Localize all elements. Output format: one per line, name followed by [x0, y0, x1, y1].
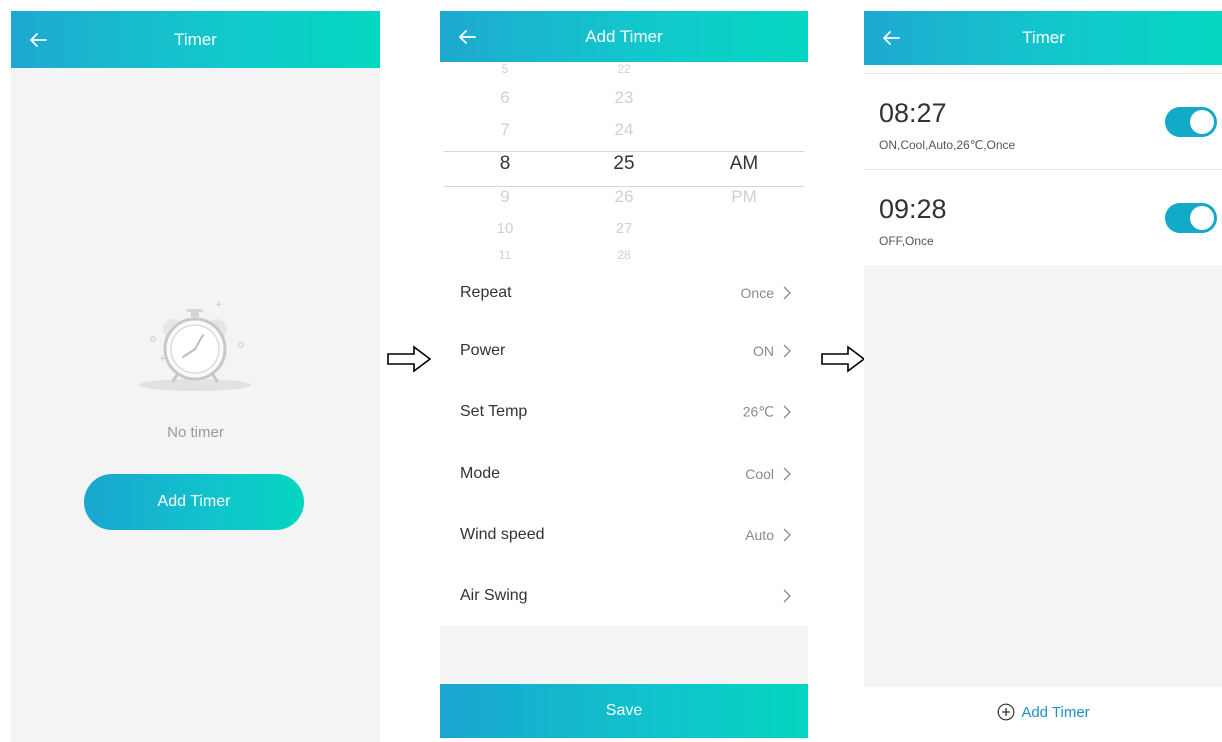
- setting-value: Cool: [745, 466, 774, 482]
- hour-option[interactable]: 9: [475, 187, 535, 207]
- minute-option[interactable]: 22: [594, 62, 654, 76]
- hour-option[interactable]: 6: [475, 88, 535, 108]
- chevron-right-icon: [783, 286, 791, 300]
- timer-description: ON,Cool,Auto,26℃,Once: [879, 138, 1016, 152]
- hour-selected[interactable]: 8: [475, 153, 535, 175]
- setting-label: Mode: [460, 465, 501, 482]
- setting-label: Repeat: [460, 284, 512, 301]
- header: Timer: [11, 11, 380, 68]
- hour-wheel[interactable]: 5 6 7 8 9 10 11: [475, 62, 535, 262]
- header: Add Timer: [440, 11, 808, 62]
- time-picker[interactable]: 5 6 7 8 9 10 11 22 23 24 25 26 27 28 AM …: [440, 62, 808, 262]
- timer-empty-screen: Timer + + No timer Add Timer: [11, 11, 380, 742]
- timer-toggle[interactable]: [1165, 107, 1217, 137]
- setting-row-wind-speed[interactable]: Wind speed Auto: [440, 504, 808, 566]
- minute-option[interactable]: 28: [594, 248, 654, 262]
- timer-description: OFF,Once: [879, 234, 934, 248]
- minute-option[interactable]: 27: [594, 220, 654, 237]
- minute-selected[interactable]: 25: [594, 153, 654, 175]
- setting-label: Air Swing: [460, 587, 528, 604]
- minute-option[interactable]: 26: [594, 187, 654, 207]
- timer-item[interactable]: 09:28 OFF,Once: [864, 170, 1222, 267]
- flow-arrow-icon: [821, 345, 866, 373]
- timer-time: 08:27: [879, 98, 947, 128]
- timer-list-screen: Timer 08:27 ON,Cool,Auto,26℃,Once 09:28 …: [864, 11, 1222, 742]
- empty-state-text: No timer: [167, 424, 224, 441]
- setting-label: Wind speed: [460, 526, 545, 543]
- chevron-right-icon: [783, 467, 791, 481]
- add-timer-button[interactable]: Add Timer: [84, 474, 304, 530]
- setting-value: Auto: [745, 527, 774, 543]
- timer-time: 09:28: [879, 194, 947, 224]
- hour-option[interactable]: 10: [475, 220, 535, 237]
- setting-row-mode[interactable]: Mode Cool: [440, 443, 808, 505]
- setting-value: ON: [753, 343, 774, 359]
- toggle-knob: [1190, 206, 1214, 230]
- picker-divider: [444, 186, 804, 187]
- chevron-right-icon: [783, 589, 791, 603]
- flow-arrow-icon: [387, 345, 432, 373]
- header: Timer: [864, 11, 1222, 65]
- setting-row-repeat[interactable]: Repeat Once: [440, 262, 808, 324]
- hour-option[interactable]: 7: [475, 120, 535, 140]
- chevron-right-icon: [783, 344, 791, 358]
- svg-text:+: +: [159, 354, 167, 364]
- add-timer-screen: Add Timer 5 6 7 8 9 10 11 22 23 24 25 26…: [440, 11, 808, 738]
- ampm-wheel[interactable]: AM PM: [714, 62, 774, 262]
- add-timer-link[interactable]: Add Timer: [864, 703, 1222, 721]
- page-title: Timer: [174, 29, 217, 49]
- plus-circle-icon: [997, 703, 1015, 721]
- minute-option[interactable]: 23: [594, 88, 654, 108]
- empty-area: [864, 268, 1222, 687]
- ampm-selected[interactable]: AM: [714, 153, 774, 175]
- setting-label: Power: [460, 342, 506, 359]
- picker-divider: [444, 151, 804, 152]
- minute-option[interactable]: 24: [594, 120, 654, 140]
- page-title: Add Timer: [585, 26, 663, 46]
- timer-toggle[interactable]: [1165, 203, 1217, 233]
- add-timer-label: Add Timer: [1021, 704, 1090, 721]
- hour-option[interactable]: 11: [475, 248, 535, 262]
- setting-value: 26℃: [742, 403, 774, 420]
- ampm-option[interactable]: PM: [714, 187, 774, 207]
- page-title: Timer: [1022, 28, 1065, 47]
- setting-row-set-temp[interactable]: Set Temp 26℃: [440, 381, 808, 443]
- setting-row-power[interactable]: Power ON: [440, 320, 808, 382]
- chevron-right-icon: [783, 528, 791, 542]
- hour-option[interactable]: 5: [475, 62, 535, 76]
- setting-label: Set Temp: [460, 403, 528, 420]
- alarm-clock-icon: + +: [139, 300, 251, 391]
- svg-text:+: +: [215, 300, 223, 310]
- timer-item[interactable]: 08:27 ON,Cool,Auto,26℃,Once: [864, 73, 1222, 170]
- setting-value: Once: [740, 285, 774, 301]
- save-button[interactable]: Save: [440, 684, 808, 738]
- minute-wheel[interactable]: 22 23 24 25 26 27 28: [594, 62, 654, 262]
- timer-list: 08:27 ON,Cool,Auto,26℃,Once 09:28 OFF,On…: [864, 73, 1222, 268]
- toggle-knob: [1190, 110, 1214, 134]
- timer-settings-list: Repeat Once Power ON Set Temp 26℃ Mode C…: [440, 262, 808, 626]
- setting-row-air-swing[interactable]: Air Swing: [440, 565, 808, 627]
- chevron-right-icon: [783, 405, 791, 419]
